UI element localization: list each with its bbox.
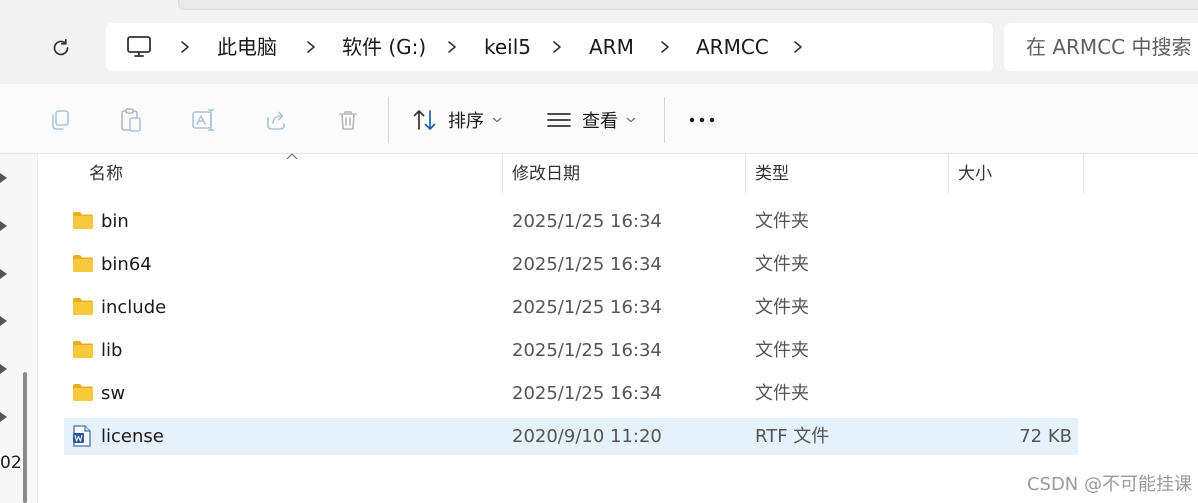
folder-icon <box>73 212 93 229</box>
chevron-right-icon[interactable] <box>445 40 459 54</box>
command-bar: 排序 查看 <box>0 84 1198 154</box>
tab-strip-edge <box>178 0 1198 10</box>
expand-arrow-icon[interactable] <box>0 363 10 375</box>
copy-button[interactable] <box>41 101 79 139</box>
clipboard-icon <box>121 108 141 132</box>
expand-arrow-icon[interactable] <box>0 220 10 232</box>
nav-item-label: 02 <box>0 453 22 473</box>
expand-arrow-icon[interactable] <box>0 315 10 327</box>
file-date: 2025/1/25 16:34 <box>512 211 662 232</box>
breadcrumb-armcc[interactable]: ARMCC <box>696 23 769 71</box>
file-name: bin <box>101 211 129 232</box>
sort-ascending-icon <box>286 153 298 160</box>
chevron-right-icon[interactable] <box>550 40 564 54</box>
paste-button[interactable] <box>112 101 150 139</box>
chevron-down-icon <box>626 117 636 123</box>
sort-label: 排序 <box>448 111 484 132</box>
address-box[interactable]: 此电脑 软件 (G:) keil5 ARM ARMCC <box>106 23 993 71</box>
folder-icon <box>73 341 93 358</box>
expand-arrow-icon[interactable] <box>0 268 10 280</box>
share-icon <box>267 111 285 130</box>
refresh-icon <box>53 38 69 56</box>
file-name: bin64 <box>101 254 152 275</box>
file-row-selected[interactable]: license 2020/9/10 11:20 RTF 文件 72 KB <box>64 418 1078 455</box>
column-divider[interactable] <box>1083 154 1084 194</box>
column-header-name[interactable]: 名称 <box>89 154 123 194</box>
expand-arrow-icon[interactable] <box>0 172 10 184</box>
file-name: lib <box>101 340 123 361</box>
search-box[interactable]: 在 ARMCC 中搜索 <box>1004 23 1198 71</box>
file-row[interactable]: lib 2025/1/25 16:34 文件夹 <box>64 332 1078 369</box>
chevron-right-icon[interactable] <box>791 40 805 54</box>
view-label: 查看 <box>582 111 618 132</box>
file-type: 文件夹 <box>755 297 809 318</box>
chevron-right-icon[interactable] <box>178 40 192 54</box>
file-type: RTF 文件 <box>755 426 830 447</box>
rename-icon <box>192 109 215 131</box>
file-date: 2025/1/25 16:34 <box>512 254 662 275</box>
toolbar-separator <box>664 97 665 143</box>
file-date: 2020/9/10 11:20 <box>512 426 662 447</box>
file-row[interactable]: bin 2025/1/25 16:34 文件夹 <box>64 203 1078 240</box>
column-header-size[interactable]: 大小 <box>958 154 992 194</box>
column-divider[interactable] <box>502 154 503 194</box>
breadcrumb-drive-g[interactable]: 软件 (G:) <box>342 23 426 71</box>
navigation-pane <box>0 154 38 503</box>
file-date: 2025/1/25 16:34 <box>512 297 662 318</box>
search-input[interactable]: 在 ARMCC 中搜索 <box>1026 23 1191 71</box>
breadcrumb-keil5[interactable]: keil5 <box>484 23 531 71</box>
breadcrumb-this-pc[interactable]: 此电脑 <box>217 23 277 71</box>
file-type: 文件夹 <box>755 211 809 232</box>
file-type: 文件夹 <box>755 383 809 404</box>
view-dropdown[interactable]: 查看 <box>546 101 636 139</box>
address-bar-area: 此电脑 软件 (G:) keil5 ARM ARMCC 在 ARMCC 中搜索 <box>0 0 1198 84</box>
trash-icon <box>339 111 357 130</box>
delete-button[interactable] <box>329 101 367 139</box>
this-pc-icon <box>127 36 151 57</box>
file-row[interactable]: include 2025/1/25 16:34 文件夹 <box>64 289 1078 326</box>
folder-icon <box>73 255 93 272</box>
column-header-row: 名称 修改日期 类型 大小 <box>40 153 1084 194</box>
chevron-right-icon[interactable] <box>658 40 672 54</box>
chevron-right-icon[interactable] <box>304 40 318 54</box>
file-size: 72 KB <box>1019 426 1072 447</box>
column-divider[interactable] <box>745 154 746 194</box>
file-type: 文件夹 <box>755 340 809 361</box>
sort-dropdown[interactable]: 排序 <box>412 101 502 139</box>
watermark-text: CSDN @不可能挂课 <box>1026 474 1192 495</box>
folder-icon <box>73 384 93 401</box>
chevron-down-icon <box>492 117 502 123</box>
sort-icon <box>413 110 436 130</box>
word-document-icon <box>73 425 91 447</box>
file-date: 2025/1/25 16:34 <box>512 383 662 404</box>
column-divider[interactable] <box>948 154 949 194</box>
column-header-type[interactable]: 类型 <box>755 154 789 194</box>
copy-icon <box>52 110 69 130</box>
file-row[interactable]: sw 2025/1/25 16:34 文件夹 <box>64 375 1078 412</box>
refresh-button[interactable] <box>44 31 78 65</box>
toolbar-separator <box>388 97 389 143</box>
more-options-button[interactable] <box>682 101 722 139</box>
rename-button[interactable] <box>185 101 223 139</box>
file-row[interactable]: bin64 2025/1/25 16:34 文件夹 <box>64 246 1078 283</box>
view-list-icon <box>547 113 571 127</box>
navigation-scrollbar[interactable] <box>23 372 27 503</box>
share-button[interactable] <box>257 101 295 139</box>
expand-arrow-icon[interactable] <box>0 411 10 423</box>
file-type: 文件夹 <box>755 254 809 275</box>
more-dots-icon <box>689 117 715 123</box>
file-date: 2025/1/25 16:34 <box>512 340 662 361</box>
breadcrumb-arm[interactable]: ARM <box>589 23 634 71</box>
file-name: include <box>101 297 167 318</box>
folder-icon <box>73 298 93 315</box>
file-name: sw <box>101 383 126 404</box>
column-header-date[interactable]: 修改日期 <box>512 154 580 194</box>
file-name: license <box>101 426 164 447</box>
